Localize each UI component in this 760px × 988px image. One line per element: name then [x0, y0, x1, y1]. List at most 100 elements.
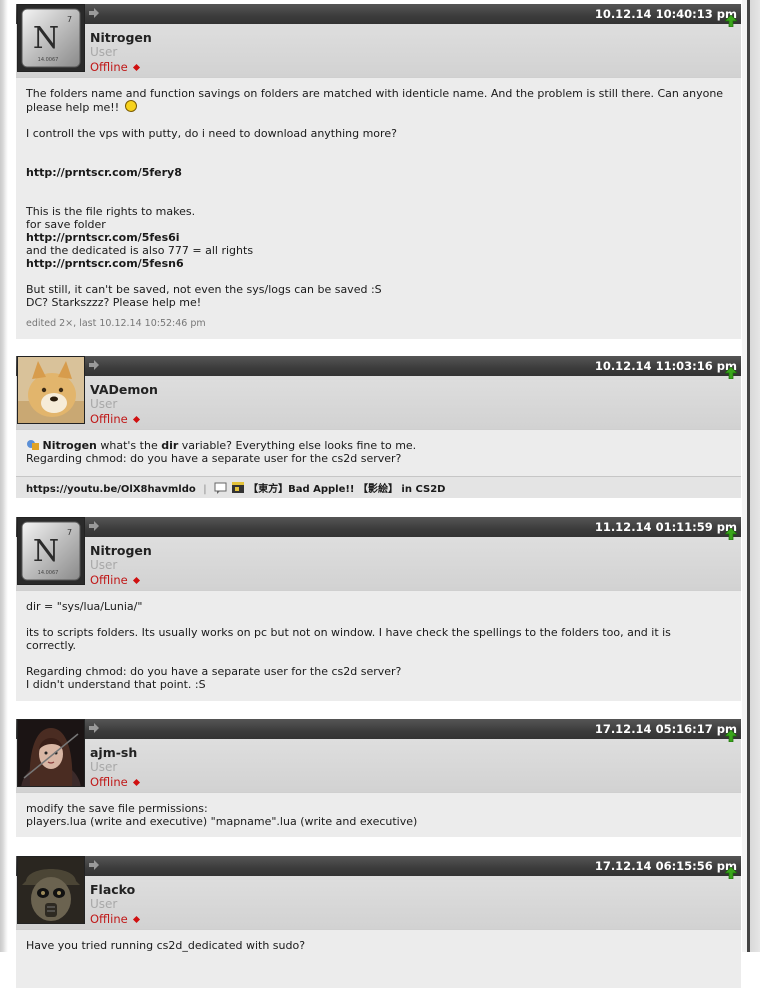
- post-header: 11.12.14 01:11:59 pm: [16, 517, 741, 537]
- post-date: 10.12.14 11:03:16 pm: [594, 359, 737, 373]
- post-link-arrow-icon[interactable]: [88, 859, 100, 871]
- user-status: Offline: [90, 912, 140, 926]
- username[interactable]: ajm-sh: [90, 745, 137, 760]
- user-rank: User: [90, 558, 118, 572]
- post-text: Regarding chmod: do you have a separate …: [26, 665, 402, 678]
- forum-post: 11.12.14 01:11:59 pm N 7 14.0067 Nitroge…: [16, 517, 741, 701]
- post-user-bar: N 7 14.0067 Nitrogen User Offline: [16, 517, 741, 590]
- gasmask-soldier-avatar-icon: [18, 857, 84, 923]
- avatar[interactable]: N 7 14.0067: [17, 4, 85, 72]
- post-text: I didn't understand that point. :S: [26, 678, 206, 691]
- status-label: Offline: [90, 60, 128, 74]
- user-rank: User: [90, 897, 118, 911]
- post-text: DC? Starkszzz? Please help me!: [26, 296, 202, 309]
- post-link-arrow-icon[interactable]: [88, 359, 100, 371]
- post-body: The folders name and function savings on…: [16, 77, 741, 339]
- post-text-bold: dir: [161, 439, 179, 452]
- post-link-arrow-icon[interactable]: [88, 7, 100, 19]
- scroll-to-top-icon[interactable]: [725, 367, 737, 379]
- post-text: The folders name and function savings on…: [26, 87, 724, 100]
- user-rank: User: [90, 397, 118, 411]
- post-body: dir = "sys/lua/Lunia/" its to scripts fo…: [16, 590, 741, 701]
- avatar[interactable]: [17, 856, 85, 924]
- quoted-username[interactable]: Nitrogen: [43, 439, 97, 452]
- post-text: But still, it can't be saved, not even t…: [26, 283, 382, 296]
- hooded-girl-avatar-icon: [18, 720, 84, 786]
- post-text-fragment: variable? Everything else looks fine to …: [178, 439, 417, 452]
- movie-clapper-icon: [231, 482, 244, 493]
- post-header: 17.12.14 06:15:56 pm: [16, 856, 741, 876]
- post-header: 10.12.14 11:03:16 pm: [16, 356, 741, 376]
- post-text: modify the save file permissions:: [26, 802, 208, 815]
- user-status: Offline: [90, 60, 140, 74]
- avatar[interactable]: [17, 356, 85, 424]
- status-label: Offline: [90, 573, 128, 587]
- post-text: Nitrogen what's the dir variable? Everyt…: [26, 439, 731, 452]
- username[interactable]: Nitrogen: [90, 30, 152, 45]
- post-text: This is the file rights to makes.: [26, 205, 196, 218]
- scroll-to-top-icon[interactable]: [725, 867, 737, 879]
- post-text: I controll the vps with putty, do i need…: [26, 127, 397, 140]
- username[interactable]: Nitrogen: [90, 543, 152, 558]
- post-user-bar: N 7 14.0067 Nitrogen User Offline: [16, 4, 741, 77]
- signature-link[interactable]: https://youtu.be/OlX8havmldo: [26, 484, 196, 495]
- post-text: its to scripts folders. Its usually work…: [26, 626, 671, 639]
- post-text: dir = "sys/lua/Lunia/": [26, 600, 143, 613]
- post-link[interactable]: http://prntscr.com/5fes6i: [26, 231, 180, 244]
- avatar[interactable]: [17, 719, 85, 787]
- post-link[interactable]: http://prntscr.com/5fesn6: [26, 257, 184, 270]
- element-symbol: N: [33, 21, 59, 56]
- element-mass: 14.0067: [38, 570, 59, 576]
- avatar[interactable]: N 7 14.0067: [17, 517, 85, 585]
- post-text-fragment: what's the: [96, 439, 162, 452]
- post-header: 17.12.14 05:16:17 pm: [16, 719, 741, 739]
- post-body: Nitrogen what's the dir variable? Everyt…: [16, 429, 741, 476]
- signature-song-title: 【東方】Bad Apple!! 【影絵】 in CS2D: [248, 484, 446, 495]
- quote-user-icon: [27, 440, 39, 450]
- post-link-arrow-icon[interactable]: [88, 520, 100, 532]
- username[interactable]: Flacko: [90, 882, 135, 897]
- element-mass: 14.0067: [38, 57, 59, 63]
- scroll-to-top-icon[interactable]: [725, 730, 737, 742]
- user-rank: User: [90, 760, 118, 774]
- user-status: Offline: [90, 775, 140, 789]
- forum-post: 10.12.14 11:03:16 pm VADemon User Offlin…: [16, 356, 741, 498]
- user-status: Offline: [90, 573, 140, 587]
- element-symbol: N: [33, 534, 59, 569]
- post-date: 17.12.14 06:15:56 pm: [594, 859, 737, 873]
- post-text: correctly.: [26, 639, 77, 652]
- status-label: Offline: [90, 912, 128, 926]
- post-body: Have you tried running cs2d_dedicated wi…: [16, 929, 741, 988]
- offline-indicator-icon: [132, 63, 140, 72]
- smiley-emoticon-icon: [124, 100, 137, 112]
- doge-avatar-icon: [18, 357, 84, 423]
- post-date: 11.12.14 01:11:59 pm: [594, 520, 737, 534]
- nitrogen-element-icon: N 7 14.0067: [18, 5, 84, 71]
- post-text: and the dedicated is also 777 = all righ…: [26, 244, 254, 257]
- forum-post: 10.12.14 10:40:13 pm N 7 14.0067 Nitroge…: [16, 4, 741, 339]
- post-body: modify the save file permissions: player…: [16, 792, 741, 837]
- post-text: Regarding chmod: do you have a separate …: [26, 452, 402, 465]
- comment-icon: [214, 482, 227, 494]
- offline-indicator-icon: [132, 778, 140, 787]
- offline-indicator-icon: [132, 415, 140, 424]
- post-link-arrow-icon[interactable]: [88, 722, 100, 734]
- scroll-to-top-icon[interactable]: [725, 15, 737, 27]
- page-scroll-edge: [742, 0, 760, 952]
- forum-post: 17.12.14 06:15:56 pm Flacko User Offline…: [16, 856, 741, 988]
- post-date: 17.12.14 05:16:17 pm: [594, 722, 737, 736]
- forum-post: 17.12.14 05:16:17 pm ajm-sh User Offline…: [16, 719, 741, 837]
- post-text: Have you tried running cs2d_dedicated wi…: [26, 939, 306, 952]
- edit-note: edited 2×, last 10.12.14 10:52:46 pm: [26, 318, 206, 329]
- post-user-bar: VADemon User Offline: [16, 356, 741, 429]
- post-link[interactable]: http://prntscr.com/5fery8: [26, 166, 182, 179]
- user-status: Offline: [90, 412, 140, 426]
- post-text-fragment: please help me!!: [26, 101, 120, 114]
- post-date: 10.12.14 10:40:13 pm: [594, 7, 737, 21]
- post-user-bar: ajm-sh User Offline: [16, 719, 741, 792]
- status-label: Offline: [90, 412, 128, 426]
- username[interactable]: VADemon: [90, 382, 158, 397]
- post-text: for save folder: [26, 218, 106, 231]
- scroll-to-top-icon[interactable]: [725, 528, 737, 540]
- signature: https://youtu.be/OlX8havmldo | 【東方】Bad A…: [16, 476, 741, 498]
